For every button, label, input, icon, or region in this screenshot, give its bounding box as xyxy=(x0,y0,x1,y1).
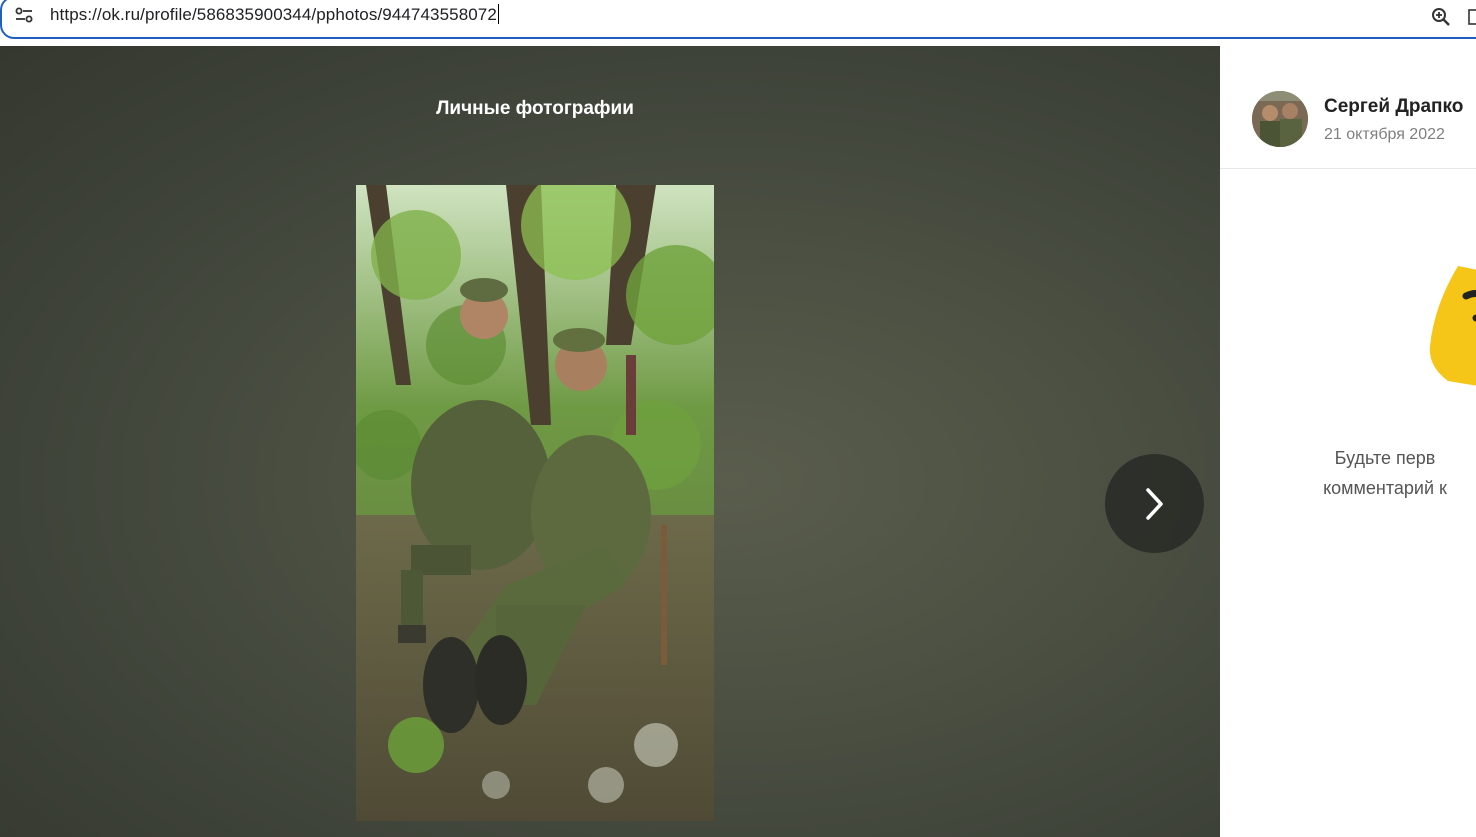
text-caret xyxy=(497,4,499,24)
url-input[interactable]: https://ok.ru/profile/586835900344/pphot… xyxy=(50,4,499,25)
album-title: Личные фотографии xyxy=(436,98,634,119)
author-header: Сергей Драпко 21 октября 2022 xyxy=(1220,46,1476,169)
empty-comments-text-line2: комментарий к xyxy=(1323,478,1447,498)
zoom-in-icon[interactable] xyxy=(1431,7,1451,27)
chevron-right-icon xyxy=(1146,488,1163,520)
empty-comments-text: Будьте перв xyxy=(1334,448,1436,468)
next-photo-button[interactable] xyxy=(1105,454,1204,553)
author-name[interactable]: Сергей Драпко xyxy=(1324,96,1463,118)
browser-address-bar: https://ok.ru/profile/586835900344/pphot… xyxy=(0,0,1476,46)
mascot-icon xyxy=(1428,266,1476,391)
bookmark-icon[interactable] xyxy=(1468,9,1476,25)
avatar[interactable] xyxy=(1252,91,1308,147)
photo-viewer: Личные фотографии xyxy=(0,46,1220,837)
omnibox[interactable]: https://ok.ru/profile/586835900344/pphot… xyxy=(0,0,1476,39)
post-date: 21 октября 2022 xyxy=(1324,126,1445,143)
tune-icon[interactable] xyxy=(14,6,34,24)
comments-sidebar: Сергей Драпко 21 октября 2022 Будьте пер… xyxy=(1220,46,1476,837)
photo-of-two-soldiers-in-forest[interactable] xyxy=(356,185,714,821)
